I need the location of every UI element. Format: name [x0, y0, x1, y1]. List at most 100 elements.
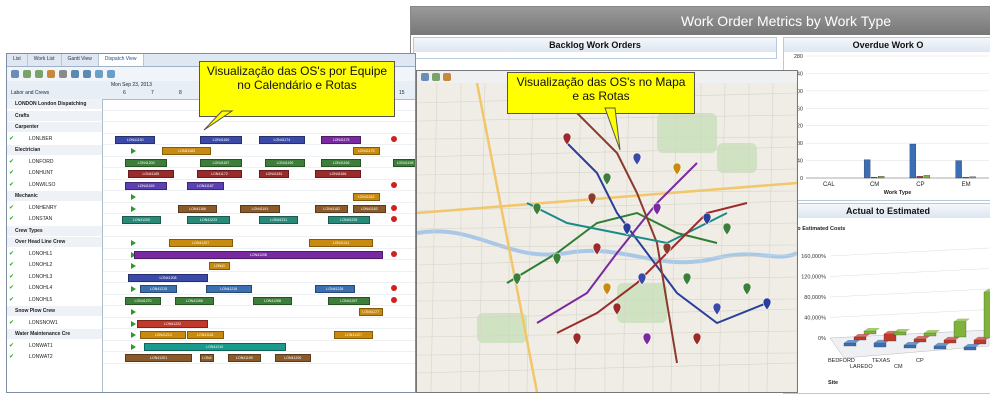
- work-order-bar[interactable]: LON41191: [240, 204, 280, 213]
- refresh-icon[interactable]: [95, 70, 103, 78]
- work-order-bar[interactable]: LON41182: [352, 193, 380, 201]
- crew-group[interactable]: Mechanic: [7, 191, 102, 201]
- crew-row[interactable]: ✔ LONWAT2: [7, 352, 102, 362]
- work-order-bar[interactable]: LON41160: [199, 135, 243, 144]
- crew-group[interactable]: Carpenter: [7, 122, 102, 132]
- work-order-bar[interactable]: LON41169: [124, 181, 168, 190]
- work-order-bar[interactable]: LON41177: [358, 308, 383, 316]
- work-order-bar[interactable]: LON41181: [259, 170, 290, 178]
- work-order-bar[interactable]: LON41227: [333, 331, 374, 339]
- check-icon[interactable]: ✔: [9, 295, 14, 305]
- work-order-bar[interactable]: LON41166: [321, 158, 361, 167]
- work-order-bar[interactable]: LON41268: [252, 296, 293, 305]
- check-icon[interactable]: ✔: [9, 318, 14, 328]
- crew-group[interactable]: Over Head Line Crew: [7, 237, 102, 247]
- work-order-bar[interactable]: LON41174: [259, 135, 305, 144]
- check-icon[interactable]: ✔: [9, 214, 14, 224]
- work-order-bar[interactable]: LON41172: [196, 170, 243, 178]
- crew-row[interactable]: ✔ LONWAT1: [7, 341, 102, 351]
- work-order-bar[interactable]: LON41199: [227, 354, 261, 362]
- work-order-bar[interactable]: LON41166: [177, 204, 218, 213]
- work-order-bar[interactable]: LON41210: [143, 342, 286, 351]
- crew-group[interactable]: Electrician: [7, 145, 102, 155]
- crew-row[interactable]: ✔ LONOHL4: [7, 283, 102, 293]
- map-layer-icon[interactable]: [421, 73, 429, 81]
- work-order-bar[interactable]: LON41200: [274, 354, 311, 362]
- crew-row[interactable]: ✔ LONOHL3: [7, 272, 102, 282]
- work-order-bar[interactable]: LON41222: [137, 319, 208, 328]
- work-order-bar[interactable]: LON41208: [127, 273, 208, 282]
- work-order-bar[interactable]: LON41187: [199, 158, 243, 167]
- work-order-bar[interactable]: LON41175: [352, 147, 380, 155]
- work-order-bar[interactable]: LON41: [209, 262, 230, 270]
- work-order-bar[interactable]: LON41270: [124, 296, 162, 305]
- tab-work-list[interactable]: Work List: [28, 54, 62, 66]
- tab-gantt-view[interactable]: Gantt View: [62, 54, 99, 66]
- check-icon[interactable]: ✔: [9, 283, 14, 293]
- check-icon[interactable]: ✔: [9, 168, 14, 178]
- tab-list[interactable]: List: [7, 54, 28, 66]
- list-icon[interactable]: [11, 70, 19, 78]
- route-map[interactable]: [417, 83, 797, 392]
- check-icon[interactable]: ✔: [9, 157, 14, 167]
- work-order-bar[interactable]: LON41166: [315, 170, 361, 178]
- check-icon[interactable]: ✔: [9, 180, 14, 190]
- zoom-in-icon[interactable]: [23, 70, 31, 78]
- crew-row[interactable]: ✔ LONHENRY: [7, 203, 102, 213]
- check-icon[interactable]: ✔: [9, 249, 14, 259]
- check-icon[interactable]: ✔: [9, 272, 14, 282]
- crew-group[interactable]: Water Maintenance Cre: [7, 329, 102, 339]
- crew-group[interactable]: Crew Types: [7, 225, 102, 236]
- work-order-bar[interactable]: LON41213: [140, 331, 187, 339]
- crew-row[interactable]: ✔ LONOHL1: [7, 249, 102, 259]
- crew-row[interactable]: ✔ LONOHL5: [7, 295, 102, 305]
- crew-row[interactable]: ✔ LONOHL2: [7, 260, 102, 270]
- work-order-bar[interactable]: LON41207: [168, 239, 233, 247]
- check-icon[interactable]: ✔: [9, 260, 14, 270]
- map-zoom-icon[interactable]: [432, 73, 440, 81]
- work-order-bar[interactable]: LON41267: [327, 296, 371, 305]
- crew-group[interactable]: LONDON London Dispatching: [7, 99, 102, 109]
- work-order-bar[interactable]: LON41223: [187, 216, 230, 224]
- filter-icon[interactable]: [71, 70, 79, 78]
- check-icon[interactable]: ✔: [9, 134, 14, 144]
- check-icon[interactable]: ✔: [9, 341, 14, 351]
- tree-icon[interactable]: [83, 70, 91, 78]
- crew-row[interactable]: ✔ LONWILSO: [7, 180, 102, 190]
- work-order-bar[interactable]: LON41190: [265, 158, 305, 167]
- crew-row[interactable]: ✔ LONHUNT: [7, 168, 102, 178]
- map-pin-icon[interactable]: [443, 73, 451, 81]
- check-icon[interactable]: ✔: [9, 203, 14, 213]
- work-order-bar[interactable]: LON41182: [315, 204, 349, 213]
- calendar-icon[interactable]: [47, 70, 55, 78]
- tab-dispatch-view[interactable]: Dispatch View: [98, 54, 144, 66]
- work-order-bar[interactable]: LON41198: [393, 158, 415, 167]
- work-order-bar[interactable]: LON41150: [115, 135, 155, 144]
- work-order-bar[interactable]: LON41211: [308, 239, 374, 247]
- check-icon[interactable]: ✔: [9, 352, 14, 362]
- crew-row[interactable]: ✔ LONSNOW1: [7, 318, 102, 328]
- crew-group[interactable]: Crafts: [7, 110, 102, 121]
- crew-row[interactable]: ✔ LONFORD: [7, 157, 102, 167]
- work-order-bar[interactable]: LON41165: [127, 170, 174, 178]
- work-order-bar[interactable]: LON41200: [121, 216, 162, 224]
- work-order-bar[interactable]: LON41208: [134, 250, 383, 259]
- crew-group[interactable]: Snow Plow Crew: [7, 306, 102, 316]
- work-order-bar[interactable]: LON41211: [259, 216, 299, 224]
- work-order-bar[interactable]: LON41201: [124, 354, 193, 362]
- work-order-bar[interactable]: LON41161: [187, 331, 224, 339]
- crew-row[interactable]: ✔ LONSTAN: [7, 214, 102, 224]
- work-order-bar[interactable]: LON41215: [140, 285, 177, 293]
- work-order-bar[interactable]: LON4: [199, 354, 215, 362]
- work-order-bar[interactable]: LON41183: [162, 147, 212, 155]
- work-order-bar[interactable]: LON41216: [205, 285, 252, 293]
- work-order-bar[interactable]: LON41226: [315, 285, 355, 293]
- work-order-bar[interactable]: LON41183: [352, 204, 386, 213]
- crew-row[interactable]: ✔ LONLBER: [7, 134, 102, 144]
- zoom-out-icon[interactable]: [35, 70, 43, 78]
- work-order-bar[interactable]: LON41225: [327, 216, 371, 224]
- settings-icon[interactable]: [107, 70, 115, 78]
- work-order-bar[interactable]: LON41266: [174, 296, 215, 305]
- work-order-bar[interactable]: LON41175: [321, 135, 361, 144]
- work-order-bar[interactable]: LON41167: [187, 181, 224, 190]
